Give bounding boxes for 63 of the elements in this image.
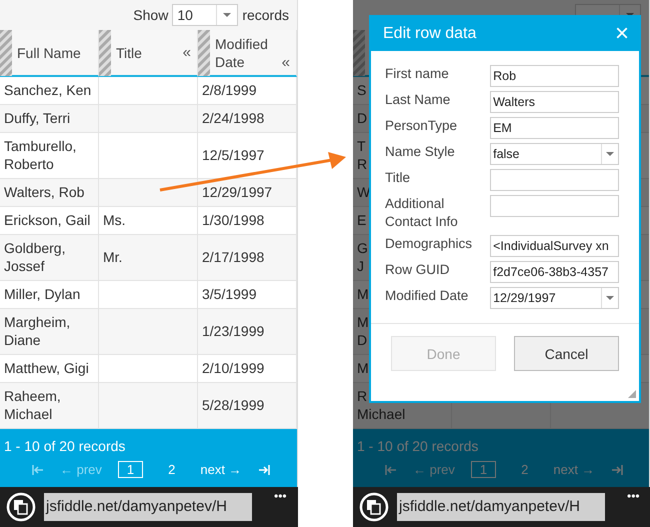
- drag-handle-icon: [353, 30, 365, 76]
- more-button[interactable]: •••: [627, 489, 640, 503]
- tabs-icon[interactable]: [6, 492, 36, 522]
- table-cell: Mr.: [99, 235, 198, 281]
- record-summary: 1 - 10 of 20 records: [4, 438, 126, 454]
- table-cell: Miller, Dylan: [0, 281, 99, 309]
- table-cell: Margheim, Diane: [0, 309, 99, 355]
- column-title: Title: [115, 44, 143, 62]
- drag-handle-icon: [198, 30, 210, 76]
- drag-handle-icon: [0, 30, 12, 76]
- table-cell: 12/29/1997: [198, 179, 297, 207]
- table-cell: Walters, Rob: [0, 179, 99, 207]
- table-cell: Ms.: [99, 207, 198, 235]
- cancel-button[interactable]: Cancel: [514, 336, 619, 371]
- table-cell: Sanchez, Ken: [0, 77, 99, 105]
- table-cell: Erickson, Gail: [0, 207, 99, 235]
- input-field[interactable]: [490, 169, 619, 191]
- table-cell: 3/5/1999: [198, 281, 297, 309]
- column-header[interactable]: Full Name: [0, 30, 99, 77]
- dialog-title: Edit row data: [383, 25, 476, 43]
- table-cell: 2/24/1998: [198, 105, 297, 133]
- table-cell: Raheem, Michael: [0, 383, 99, 429]
- input-field[interactable]: Rob: [490, 65, 619, 87]
- tabs-icon[interactable]: [359, 492, 389, 522]
- show-label: Show: [133, 7, 168, 23]
- column-header[interactable]: Title «: [99, 30, 198, 77]
- collapse-toggle[interactable]: «: [182, 44, 197, 61]
- caret-icon: [606, 152, 614, 156]
- last-page-icon[interactable]: [610, 464, 623, 476]
- input-field[interactable]: Walters: [490, 91, 619, 113]
- table-cell: 1/23/1999: [198, 309, 297, 355]
- record-summary: 1 - 10 of 20 records: [357, 438, 480, 454]
- address-field[interactable]: jsfiddle.net/damyanpetev/H: [44, 493, 252, 521]
- table-cell: 2/10/1999: [198, 355, 297, 383]
- caret-icon: [223, 13, 232, 17]
- column-header[interactable]: Modified Date «: [198, 30, 297, 77]
- collapse-toggle[interactable]: «: [282, 54, 296, 75]
- resize-grip-icon: [628, 390, 636, 398]
- field-label: Row GUID: [385, 261, 451, 279]
- table-cell: 2/8/1999: [198, 77, 297, 105]
- table-cell: 2/17/1998: [198, 235, 297, 281]
- caret-icon: [606, 296, 614, 300]
- column-title: Full Name: [16, 44, 82, 62]
- page-size-select[interactable]: 10: [172, 4, 238, 26]
- table-cell: 1/30/1998: [198, 207, 297, 235]
- more-button[interactable]: •••: [274, 489, 287, 503]
- table-cell: 12/5/1997: [198, 133, 297, 179]
- records-label: records: [242, 7, 289, 23]
- input-field[interactable]: EM: [490, 117, 619, 139]
- table-cell: Tamburello, Roberto: [0, 133, 99, 179]
- input-field[interactable]: <IndividualSurvey xn: [490, 235, 619, 257]
- address-field[interactable]: jsfiddle.net/damyanpetev/H: [397, 493, 605, 521]
- drag-handle-icon: [99, 30, 111, 76]
- table-cell: Matthew, Gigi: [0, 355, 99, 383]
- table-cell: 5/28/1999: [198, 383, 297, 429]
- column-title: Modified Date: [214, 34, 269, 70]
- input-field[interactable]: [490, 195, 619, 217]
- last-page-icon[interactable]: [258, 464, 270, 476]
- dropdown-field[interactable]: false: [490, 143, 619, 165]
- table-cell: Goldberg, Jossef: [0, 235, 99, 281]
- table-cell: Duffy, Terri: [0, 105, 99, 133]
- input-field[interactable]: f2d7ce06-38b3-4357: [490, 261, 619, 283]
- dropdown-field[interactable]: 12/29/1997: [490, 287, 619, 309]
